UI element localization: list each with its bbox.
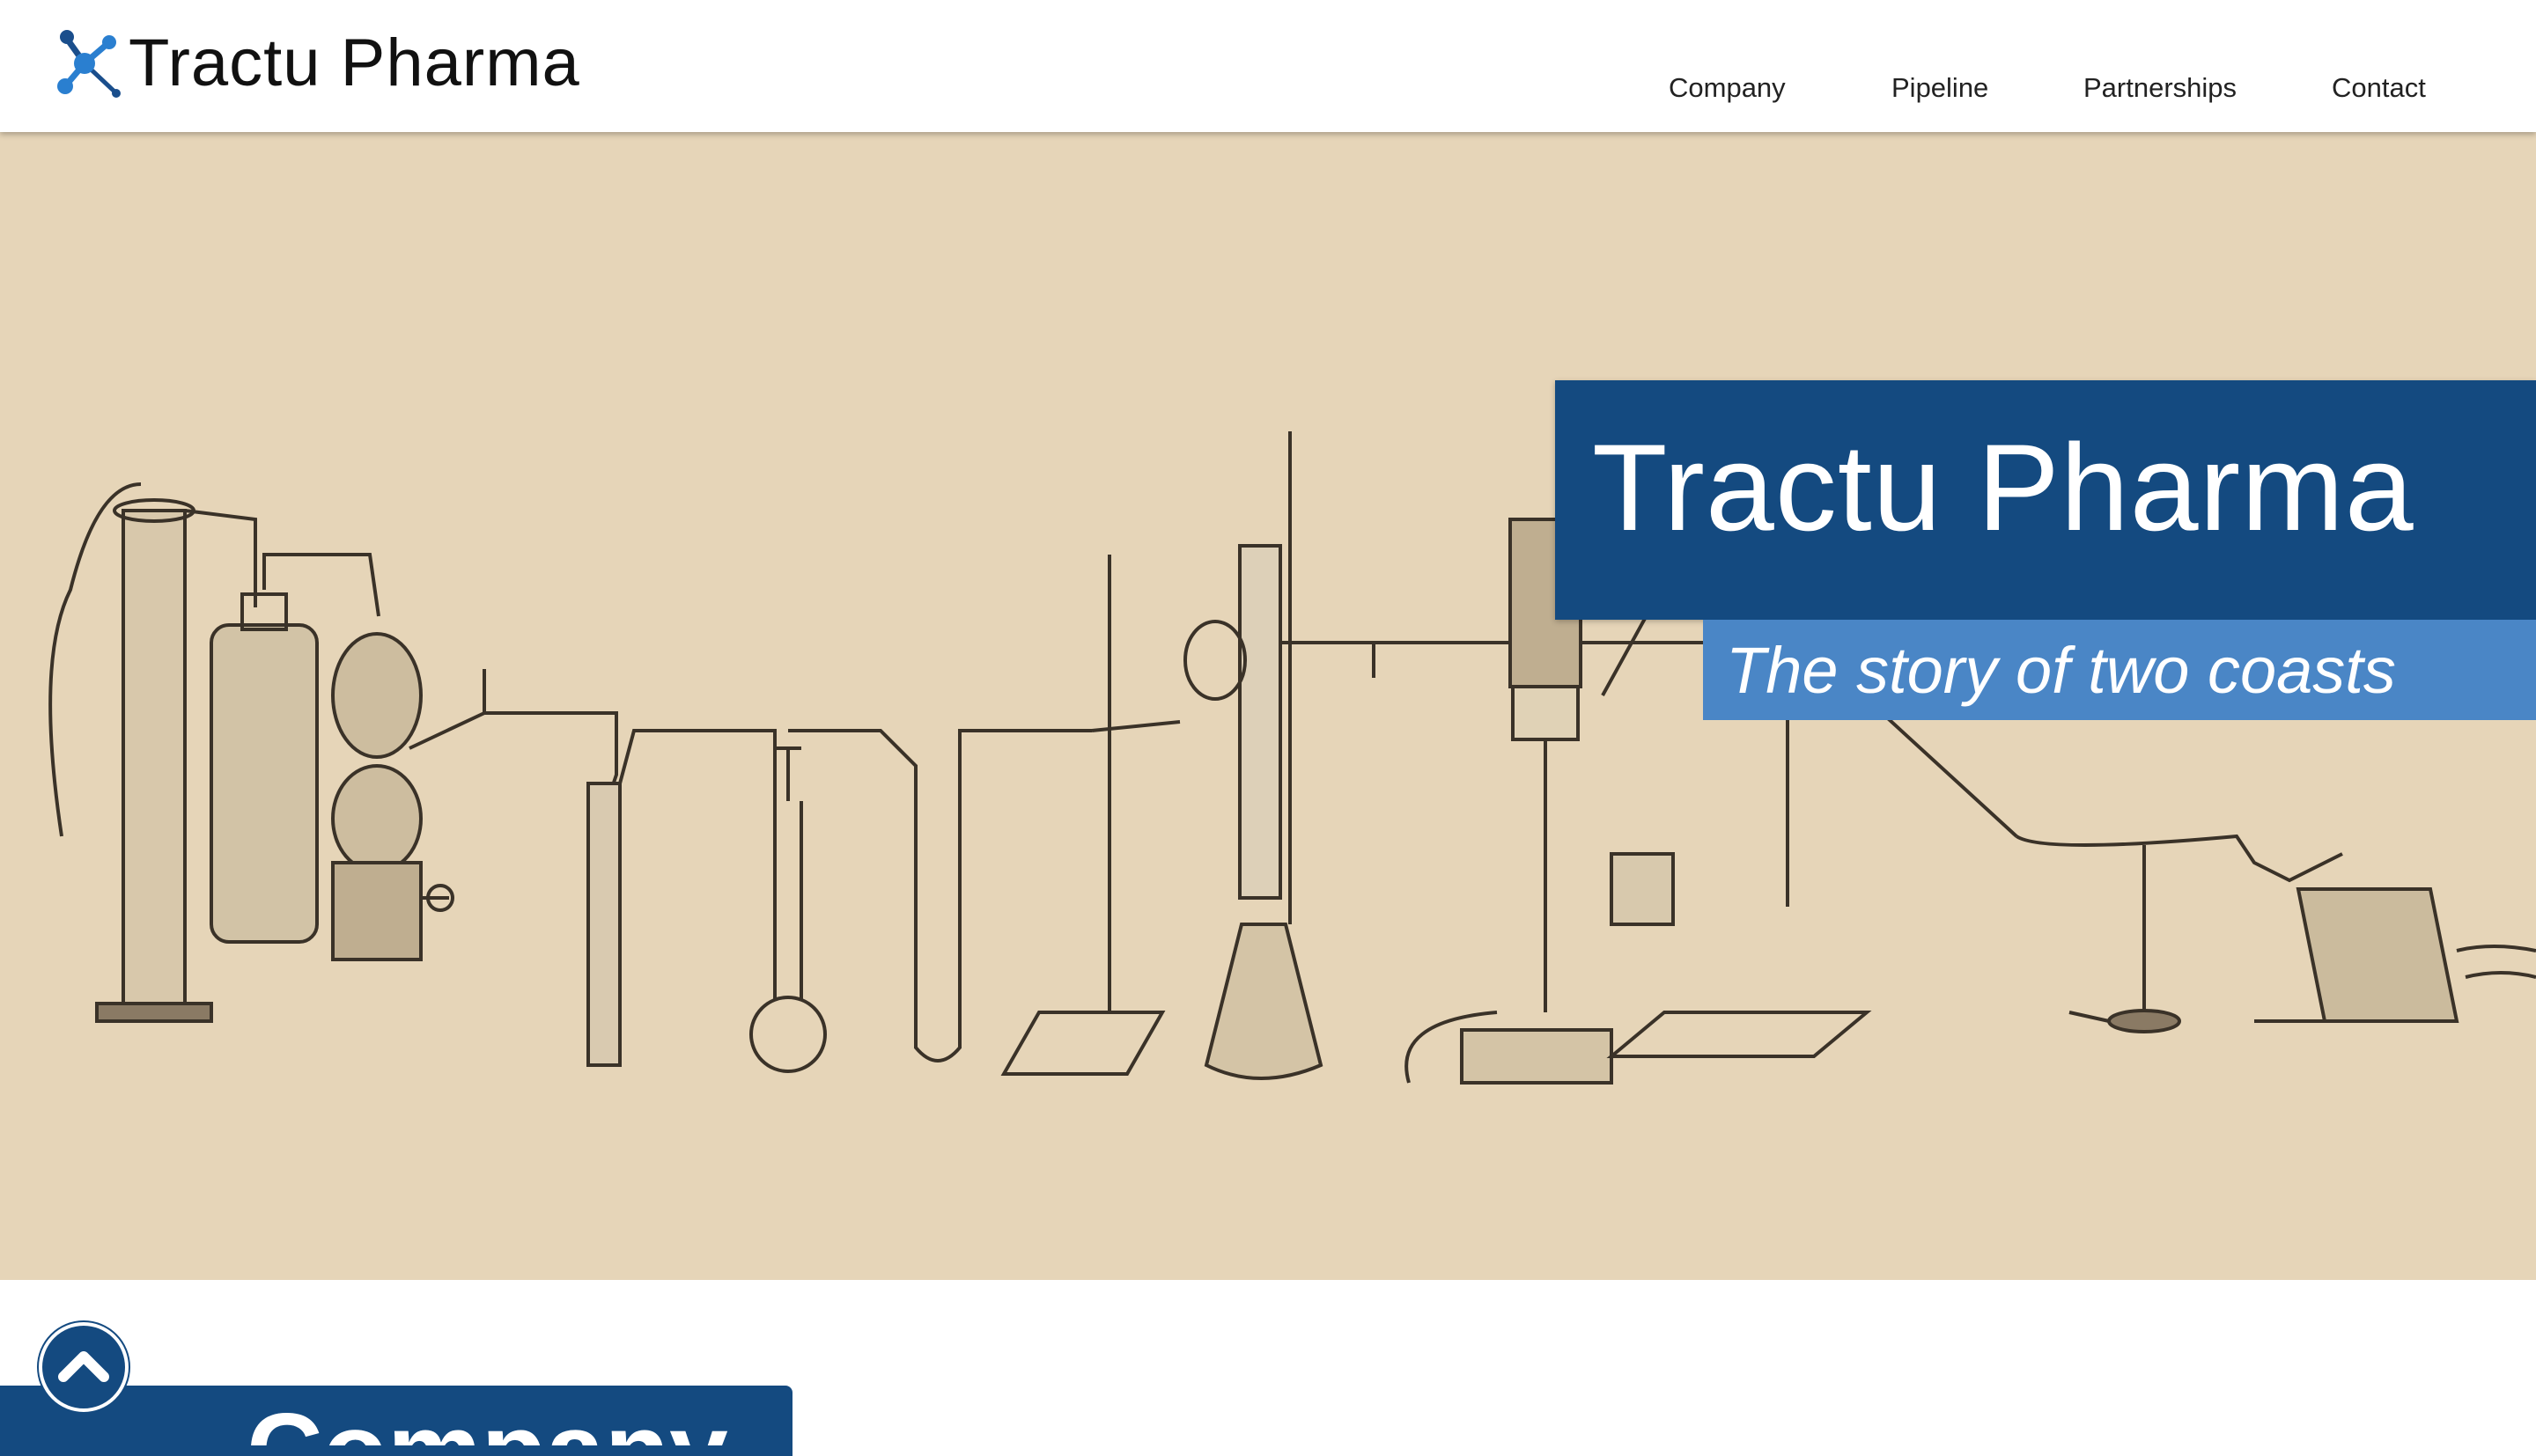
molecule-icon[interactable] xyxy=(49,25,129,104)
hero-subtitle: The story of two coasts xyxy=(1726,634,2396,707)
hero-banner: Tractu Pharma The story of two coasts xyxy=(0,132,2536,1280)
nav-partnerships[interactable]: Partnerships xyxy=(2083,72,2237,104)
nav-company[interactable]: Company xyxy=(1669,72,1786,104)
nav-contact[interactable]: Contact xyxy=(2332,72,2426,104)
brand-name[interactable]: Tractu Pharma xyxy=(129,21,580,106)
hero-title: Tractu Pharma xyxy=(1592,418,2414,556)
nav-pipeline[interactable]: Pipeline xyxy=(1891,72,1988,104)
scroll-to-top-button[interactable] xyxy=(39,1322,129,1412)
site-header: Tractu Pharma Company Pipeline Partnersh… xyxy=(0,0,2536,132)
hero-title-box: Tractu Pharma xyxy=(1555,380,2536,620)
section-heading: Company xyxy=(247,1389,728,1445)
hero-subtitle-box: The story of two coasts xyxy=(1703,620,2536,720)
chevron-up-icon xyxy=(58,1351,109,1382)
